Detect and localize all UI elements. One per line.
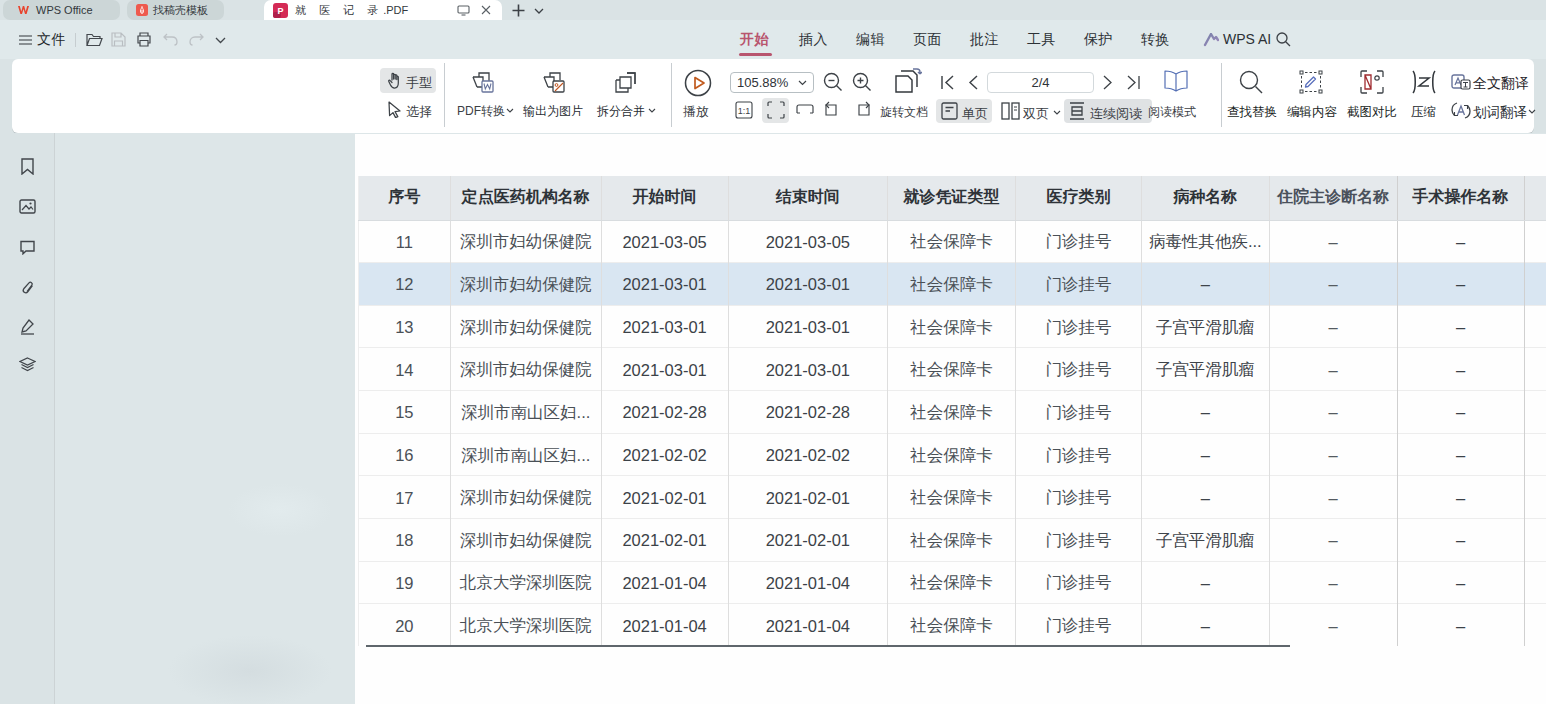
svg-text:1:1: 1:1: [738, 106, 751, 116]
svg-text:P: P: [277, 6, 283, 16]
